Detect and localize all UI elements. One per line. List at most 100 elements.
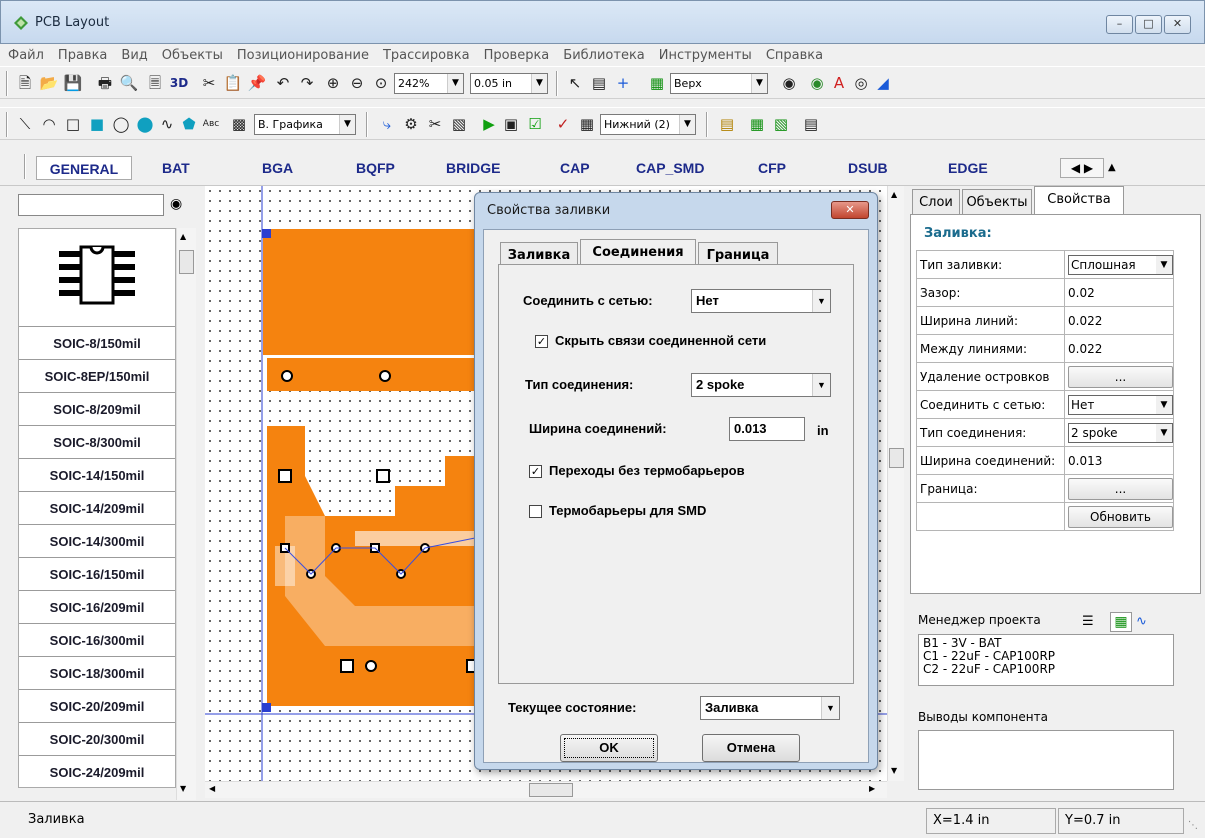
list-item[interactable]: SOIC-14/300mil: [19, 525, 175, 558]
scroll-right-icon[interactable]: ▶: [869, 784, 875, 793]
new-file-icon[interactable]: 🗎: [14, 73, 36, 93]
lib-tab-bga[interactable]: BGA: [262, 156, 293, 180]
border-button[interactable]: ...: [1068, 477, 1173, 500]
hide-links-checkbox[interactable]: ✓: [535, 335, 548, 348]
properties-icon[interactable]: ▤: [800, 114, 822, 134]
report-icon[interactable]: 🗏: [144, 73, 166, 93]
scroll-left-icon[interactable]: ◀: [209, 784, 215, 793]
list-item[interactable]: SOIC-14/209mil: [19, 492, 175, 525]
tab-objects[interactable]: Объекты: [962, 189, 1032, 215]
bom-icon[interactable]: ▤: [716, 114, 738, 134]
lib-tab-bridge[interactable]: BRIDGE: [446, 156, 500, 180]
zoom-select[interactable]: 242% ▼: [394, 73, 464, 94]
scroll-up-icon[interactable]: ▲: [180, 232, 186, 241]
check-icon[interactable]: ☑: [524, 114, 546, 134]
library-scrollbar[interactable]: ▲ ▼: [176, 228, 196, 800]
polygon-icon[interactable]: ⬟: [178, 114, 200, 134]
list-item[interactable]: SOIC-20/300mil: [19, 723, 175, 756]
crosshair-icon[interactable]: +: [612, 73, 634, 93]
tab-properties[interactable]: Свойства: [1034, 186, 1124, 216]
cancel-button[interactable]: Отмена: [702, 734, 800, 762]
tab-connections[interactable]: Соединения: [580, 239, 696, 266]
copy-icon[interactable]: 📋: [222, 73, 244, 93]
zoom-fit-icon[interactable]: ⊙: [370, 73, 392, 93]
pour-icon[interactable]: ▧: [448, 114, 470, 134]
canvas-horizontal-scrollbar[interactable]: ◀ ▶: [205, 781, 887, 798]
route-icon[interactable]: ◢: [872, 73, 894, 93]
filled-rectangle-icon[interactable]: ■: [86, 114, 108, 134]
print-icon[interactable]: 🖶: [94, 73, 116, 93]
connection-type-select[interactable]: 2 spoke ▼: [1068, 422, 1173, 443]
menu-view[interactable]: Вид: [121, 48, 147, 63]
menu-edit[interactable]: Правка: [58, 48, 107, 63]
library-scroll-thumb[interactable]: [179, 250, 194, 274]
bottom-layer-select[interactable]: Нижний (2) ▼: [600, 114, 696, 135]
open-folder-icon[interactable]: 📂: [38, 73, 60, 93]
lib-tab-edge[interactable]: EDGE: [948, 156, 988, 180]
canvas-vertical-scrollbar[interactable]: ▲ ▼: [887, 186, 904, 781]
arc-icon[interactable]: ◠: [38, 114, 60, 134]
remove-islands-button[interactable]: ...: [1068, 365, 1173, 388]
connection-width-input[interactable]: 0.013: [729, 417, 805, 441]
list-item[interactable]: C2 - 22uF - CAP100RP: [923, 663, 1169, 676]
graphics-layer-select[interactable]: В. Графика ▼: [254, 114, 356, 135]
distribute-icon[interactable]: ▧: [770, 114, 792, 134]
lib-tab-general[interactable]: GENERAL: [36, 156, 132, 180]
project-list-icon[interactable]: ☰: [1082, 614, 1094, 629]
menu-help[interactable]: Справка: [766, 48, 823, 63]
maximize-button[interactable]: □: [1135, 15, 1162, 34]
binoculars-icon[interactable]: ◉: [170, 196, 182, 212]
component-icon[interactable]: ▦: [646, 73, 668, 93]
undo-icon[interactable]: ↶: [272, 73, 294, 93]
menu-placement[interactable]: Позиционирование: [237, 48, 369, 63]
menu-library[interactable]: Библиотека: [563, 48, 645, 63]
zoom-out-icon[interactable]: ⊖: [346, 73, 368, 93]
dialog-close-button[interactable]: ✕: [831, 201, 869, 219]
line-icon[interactable]: ⟍: [14, 114, 36, 134]
menu-routing[interactable]: Трассировка: [383, 48, 470, 63]
list-item[interactable]: SOIC-16/150mil: [19, 558, 175, 591]
library-search-input[interactable]: [18, 194, 164, 216]
current-state-select[interactable]: Заливка ▼: [700, 696, 840, 720]
menu-tools[interactable]: Инструменты: [659, 48, 752, 63]
measure-icon[interactable]: ▤: [588, 73, 610, 93]
erc-icon[interactable]: ▦: [576, 114, 598, 134]
ok-button[interactable]: OK: [560, 734, 658, 762]
net-view-icon[interactable]: ∿: [1136, 614, 1147, 629]
image-icon[interactable]: ▩: [228, 114, 250, 134]
component-list[interactable]: SOIC-8/150mil SOIC-8EP/150mil SOIC-8/209…: [18, 228, 176, 788]
menu-check[interactable]: Проверка: [484, 48, 550, 63]
connection-type-select[interactable]: 2 spoke ▼: [691, 373, 831, 397]
update-button[interactable]: Обновить: [1068, 505, 1173, 528]
fill-type-select[interactable]: Сплошная ▼: [1068, 254, 1173, 275]
project-list[interactable]: B1 - 3V - BAT C1 - 22uF - CAP100RP C2 - …: [918, 634, 1174, 686]
lib-tab-cap-smd[interactable]: CAP_SMD: [636, 156, 704, 180]
list-item[interactable]: SOIC-16/300mil: [19, 624, 175, 657]
text-tool-icon[interactable]: Aвc: [200, 114, 222, 134]
menu-objects[interactable]: Объекты: [162, 48, 223, 63]
trace-icon[interactable]: ⤷: [376, 114, 398, 134]
list-item[interactable]: SOIC-8/300mil: [19, 426, 175, 459]
lib-tab-bqfp[interactable]: BQFP: [356, 156, 395, 180]
close-window-button[interactable]: ✕: [1164, 15, 1191, 34]
lib-tab-cfp[interactable]: CFP: [758, 156, 786, 180]
text-icon[interactable]: A: [828, 73, 850, 93]
canvas-hscroll-thumb[interactable]: [529, 783, 573, 797]
view-3d-button[interactable]: 3D: [168, 73, 190, 93]
component-pins-list[interactable]: [918, 730, 1174, 790]
zoom-in-icon[interactable]: ⊕: [322, 73, 344, 93]
canvas-vscroll-thumb[interactable]: [889, 448, 904, 468]
list-item[interactable]: SOIC-24/209mil: [19, 756, 175, 787]
connect-net-select[interactable]: Нет ▼: [691, 289, 831, 313]
find-binoculars-icon[interactable]: ◉: [778, 73, 800, 93]
save-icon[interactable]: 💾: [62, 73, 84, 93]
smd-thermal-checkbox[interactable]: [529, 505, 542, 518]
drc-icon[interactable]: ✓: [552, 114, 574, 134]
lib-tab-bat[interactable]: BAT: [162, 156, 190, 180]
autoroute-icon[interactable]: ⚙: [400, 114, 422, 134]
redo-icon[interactable]: ↷: [296, 73, 318, 93]
run-icon[interactable]: ▶: [478, 114, 500, 134]
paste-icon[interactable]: 📌: [246, 73, 268, 93]
component-view-icon[interactable]: ▦: [1110, 612, 1132, 632]
select-pointer-icon[interactable]: ↖: [564, 73, 586, 93]
